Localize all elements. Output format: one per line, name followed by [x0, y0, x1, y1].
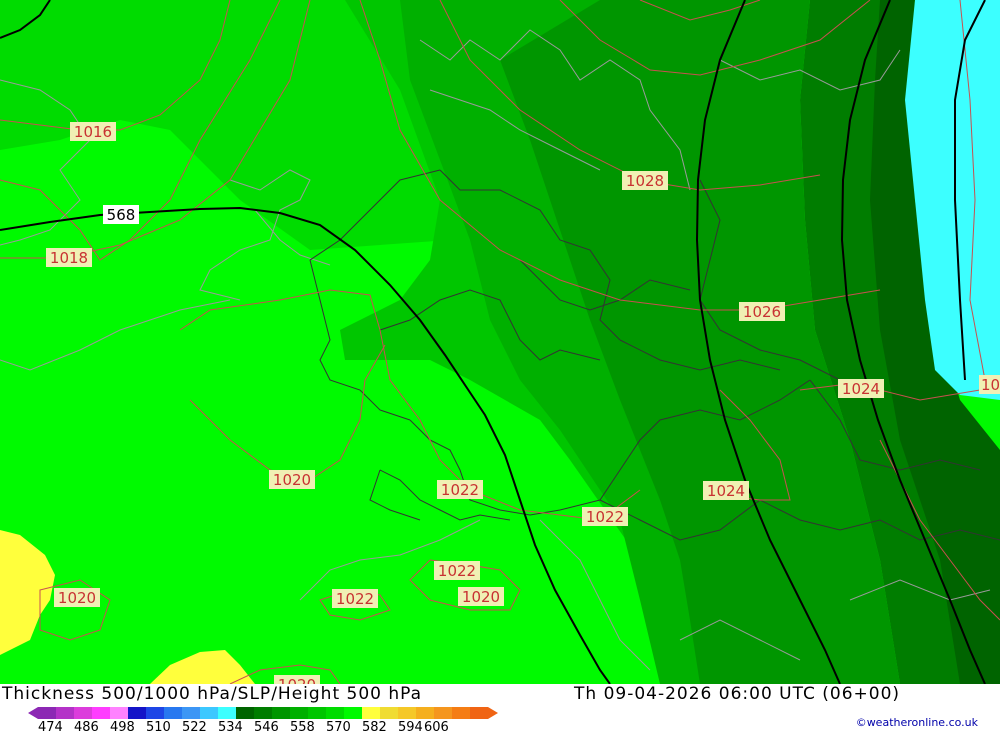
isobar-label-1026: 1026 — [739, 302, 785, 321]
legend-bar: 474 486 498 510 522 534 546 558 570 582 594 606 — [28, 707, 498, 735]
svg-text:1022: 1022 — [438, 562, 476, 580]
legend-arrow-left — [28, 707, 38, 719]
svg-text:568: 568 — [107, 206, 136, 224]
isobar-label-1016: 1016 — [70, 122, 116, 141]
isobar-label-partial: 10 — [979, 375, 1000, 394]
legend-swatch — [56, 707, 74, 719]
legend-swatch — [128, 707, 146, 719]
legend-swatch — [344, 707, 362, 719]
legend-swatch — [434, 707, 452, 719]
legend-arrow-right — [488, 707, 498, 719]
isobar-label-1022-d: 1022 — [332, 589, 378, 608]
legend-swatch — [272, 707, 290, 719]
legend-swatch — [380, 707, 398, 719]
legend-swatch — [470, 707, 488, 719]
isobar-label-1024-a: 1024 — [703, 481, 749, 500]
legend-tick-label: 522 — [182, 720, 207, 733]
isobar-label-1022-c: 1022 — [434, 561, 480, 580]
map-datetime: Th 09-04-2026 06:00 UTC (06+00) — [574, 684, 901, 704]
height-label-568: 568 — [103, 205, 139, 224]
weather-map: 1016 1018 1020 1020 1022 1022 1022 1022 … — [0, 0, 1000, 684]
isobar-label-1022-a: 1022 — [437, 480, 483, 499]
legend-swatch — [254, 707, 272, 719]
svg-text:1020: 1020 — [273, 471, 311, 489]
legend-tick-label: 606 — [424, 720, 449, 733]
legend-tick-label: 486 — [74, 720, 99, 733]
map-title: Thickness 500/1000 hPa/SLP/Height 500 hP… — [2, 684, 423, 704]
legend-tick-label: 582 — [362, 720, 387, 733]
svg-text:1020: 1020 — [58, 589, 96, 607]
legend-swatch — [326, 707, 344, 719]
legend-tick-label: 510 — [146, 720, 171, 733]
svg-text:1016: 1016 — [74, 123, 112, 141]
isobar-label-1028: 1028 — [622, 171, 668, 190]
isobar-label-1022-b: 1022 — [582, 507, 628, 526]
svg-text:1020: 1020 — [462, 588, 500, 606]
legend-tick-label: 594 — [398, 720, 423, 733]
legend-swatch — [200, 707, 218, 719]
legend-tick-label: 558 — [290, 720, 315, 733]
legend-swatch — [362, 707, 380, 719]
isobar-label-1018: 1018 — [46, 248, 92, 267]
svg-text:1022: 1022 — [441, 481, 479, 499]
svg-text:1022: 1022 — [336, 590, 374, 608]
map-canvas: 1016 1018 1020 1020 1022 1022 1022 1022 … — [0, 0, 1000, 684]
credit-link[interactable]: ©weatheronline.co.uk — [856, 716, 978, 729]
legend-tick-label: 474 — [38, 720, 63, 733]
legend-swatch — [236, 707, 254, 719]
legend-swatch — [308, 707, 326, 719]
legend-swatch — [38, 707, 56, 719]
svg-text:1022: 1022 — [586, 508, 624, 526]
legend-tick-label: 498 — [110, 720, 135, 733]
legend-tick-label: 546 — [254, 720, 279, 733]
svg-text:1020: 1020 — [278, 676, 316, 684]
legend-swatch — [290, 707, 308, 719]
svg-text:1028: 1028 — [626, 172, 664, 190]
legend-swatch — [74, 707, 92, 719]
legend-swatch — [110, 707, 128, 719]
legend-tick-label: 534 — [218, 720, 243, 733]
legend-swatch — [416, 707, 434, 719]
legend-swatch — [398, 707, 416, 719]
legend-swatch — [452, 707, 470, 719]
map-footer: Thickness 500/1000 hPa/SLP/Height 500 hP… — [0, 684, 1000, 735]
legend-tick-label: 570 — [326, 720, 351, 733]
svg-text:10: 10 — [981, 376, 1000, 394]
isobar-label-1024-b: 1024 — [838, 379, 884, 398]
svg-text:1026: 1026 — [743, 303, 781, 321]
legend-swatch — [164, 707, 182, 719]
legend-swatch — [92, 707, 110, 719]
isobar-label-1020-d: 1020 — [274, 675, 320, 684]
legend-swatch — [146, 707, 164, 719]
legend-swatch — [182, 707, 200, 719]
isobar-label-1020-b: 1020 — [54, 588, 100, 607]
legend-swatch — [218, 707, 236, 719]
color-legend: 474 486 498 510 522 534 546 558 570 582 594 606 — [26, 705, 506, 737]
svg-text:1024: 1024 — [707, 482, 745, 500]
svg-text:1018: 1018 — [50, 249, 88, 267]
isobar-label-1020-c: 1020 — [458, 587, 504, 606]
svg-text:1024: 1024 — [842, 380, 880, 398]
isobar-label-1020-a: 1020 — [269, 470, 315, 489]
